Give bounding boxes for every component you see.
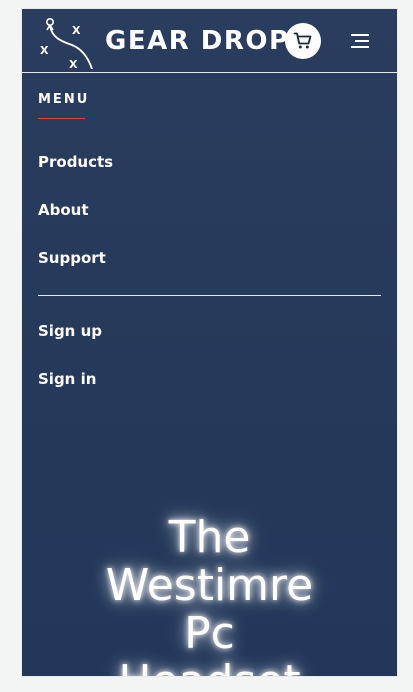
hero-title-line-1: The [168,512,251,563]
nav-item-sign-up[interactable]: Sign up [38,320,102,342]
nav-item-products[interactable]: Products [38,151,113,173]
hero-title: The Westimre Pc Headset [22,512,397,677]
mobile-menu-frame: X X X GEAR DROP MENU Products About Supp… [22,9,397,676]
cart-button[interactable] [285,23,321,59]
hero-title-line-4: Headset [22,658,397,677]
nav-item-sign-in[interactable]: Sign in [38,368,96,390]
hero-title-line-3: Pc [184,608,235,659]
menu-heading: MENU [38,92,90,107]
logo-mark-2: X [40,44,49,57]
site-header: X X X GEAR DROP [22,9,397,73]
logo-mark-1: X [72,24,81,37]
play-diagram-logo-icon[interactable]: X X X [38,13,94,71]
menu-divider [38,295,381,296]
hamburger-menu-icon[interactable] [349,31,373,51]
nav-item-about[interactable]: About [38,199,89,221]
menu-heading-underline [38,118,85,119]
logo-mark-3: X [69,58,78,69]
hero-title-line-2: Westimre [105,560,314,611]
brand-name[interactable]: GEAR DROP [105,21,290,61]
nav-item-support[interactable]: Support [38,247,106,269]
cart-icon [293,32,312,49]
